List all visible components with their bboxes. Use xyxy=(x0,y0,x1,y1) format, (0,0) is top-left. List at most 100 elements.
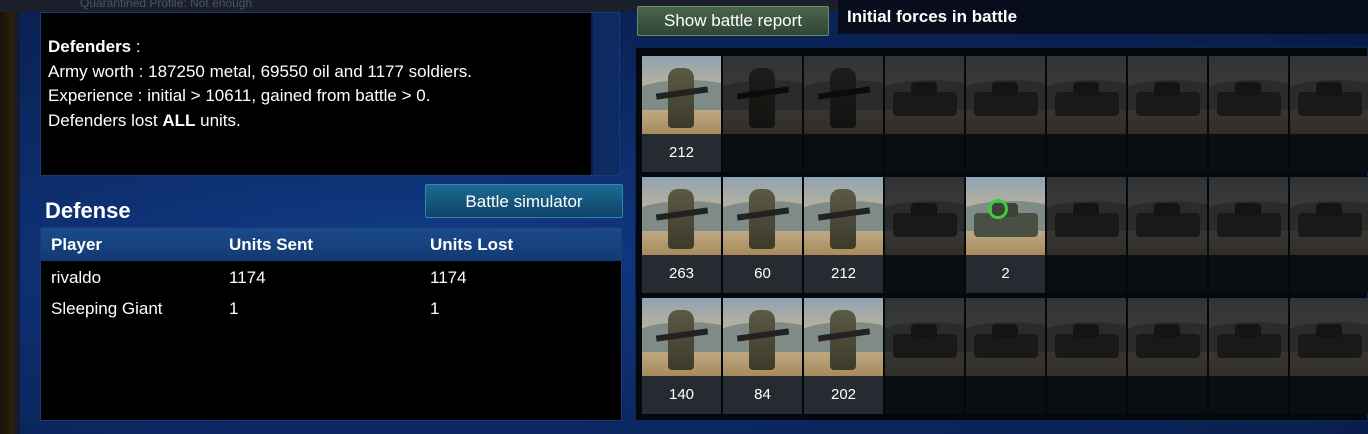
vehicle-unit-image xyxy=(1209,298,1288,376)
unit-count: 60 xyxy=(723,255,802,293)
unit-count xyxy=(1290,255,1368,293)
soldier-figure xyxy=(749,68,775,128)
unit-count xyxy=(1047,255,1126,293)
vehicle-turret xyxy=(911,82,937,96)
vehicle-turret xyxy=(1073,82,1099,96)
unit-count xyxy=(804,134,883,172)
army-worth-line: Army worth : 187250 metal, 69550 oil and… xyxy=(48,61,472,81)
radar-signal-icon xyxy=(988,199,1008,219)
unit-count xyxy=(1209,134,1288,172)
unit-slot[interactable]: 202 xyxy=(804,298,883,414)
soldier-figure xyxy=(668,310,694,370)
unit-slot xyxy=(1128,56,1207,172)
unit-count xyxy=(966,134,1045,172)
vehicle-unit-image xyxy=(885,56,964,134)
vehicle-turret xyxy=(1235,82,1261,96)
battle-simulator-button[interactable]: Battle simulator xyxy=(425,184,623,218)
unit-slot xyxy=(1128,177,1207,293)
unit-count: 84 xyxy=(723,376,802,414)
vehicle-unit-image xyxy=(1047,298,1126,376)
unit-count xyxy=(1290,376,1368,414)
unit-slot xyxy=(1290,177,1368,293)
unit-count: 140 xyxy=(642,376,721,414)
vehicle-turret xyxy=(1154,203,1180,217)
unit-count xyxy=(885,255,964,293)
unit-slot[interactable]: 140 xyxy=(642,298,721,414)
unit-count: 202 xyxy=(804,376,883,414)
forces-row: 263 60 212 2 xyxy=(642,177,1368,293)
vehicle-turret xyxy=(1316,203,1342,217)
vehicle-unit-image xyxy=(966,298,1045,376)
unit-count xyxy=(885,376,964,414)
vehicle-unit-image xyxy=(1290,298,1368,376)
unit-slot xyxy=(1290,298,1368,414)
unit-slot xyxy=(1047,177,1126,293)
vehicle-unit-image xyxy=(1290,177,1368,255)
unit-count xyxy=(1128,134,1207,172)
defense-table-header: Player Units Sent Units Lost xyxy=(41,228,621,261)
vehicle-turret xyxy=(992,82,1018,96)
unit-slot xyxy=(804,56,883,172)
soldier-unit-image xyxy=(804,298,883,376)
column-header-player: Player xyxy=(51,235,103,254)
quarantine-text: Quarantined Profile: Not enough xyxy=(80,0,253,10)
unit-slot[interactable]: 263 xyxy=(642,177,721,293)
defenders-summary-text: Defenders : Army worth : 187250 metal, 6… xyxy=(48,35,472,133)
column-header-units-lost: Units Lost xyxy=(430,235,514,254)
unit-count xyxy=(1209,376,1288,414)
forces-row: 140 84 202 xyxy=(642,298,1368,414)
unit-count: 263 xyxy=(642,255,721,293)
defenders-heading: Defenders xyxy=(48,37,132,56)
unit-slot xyxy=(885,177,964,293)
lost-prefix: Defenders lost xyxy=(48,110,163,130)
unit-slot[interactable]: 60 xyxy=(723,177,802,293)
vehicle-turret xyxy=(1235,203,1261,217)
scrollbar[interactable] xyxy=(591,13,619,175)
unit-slot xyxy=(885,298,964,414)
vehicle-unit-image xyxy=(1128,298,1207,376)
unit-count xyxy=(1047,134,1126,172)
soldier-unit-image xyxy=(723,177,802,255)
unit-count xyxy=(1128,255,1207,293)
vehicle-unit-image xyxy=(966,56,1045,134)
soldier-unit-image xyxy=(642,298,721,376)
unit-slot[interactable]: 212 xyxy=(642,56,721,172)
show-battle-report-button[interactable]: Show battle report xyxy=(637,6,829,36)
unit-slot xyxy=(1128,298,1207,414)
unit-slot[interactable]: 84 xyxy=(723,298,802,414)
forces-row: 212 xyxy=(642,56,1368,172)
vehicle-turret xyxy=(1154,324,1180,338)
soldier-figure xyxy=(668,189,694,249)
unit-slot xyxy=(723,56,802,172)
soldier-figure xyxy=(830,68,856,128)
experience-line: Experience : initial > 10611, gained fro… xyxy=(48,86,431,105)
soldier-unit-image xyxy=(723,56,802,134)
column-header-units-sent: Units Sent xyxy=(229,235,314,254)
soldier-unit-image xyxy=(642,56,721,134)
vehicle-turret xyxy=(1073,203,1099,217)
unit-slot xyxy=(1047,298,1126,414)
unit-count xyxy=(1209,255,1288,293)
soldier-unit-image xyxy=(723,298,802,376)
vehicle-unit-image xyxy=(1047,56,1126,134)
lost-bold: ALL xyxy=(162,110,196,130)
left-edge-decoration xyxy=(0,0,20,434)
unit-slot[interactable]: 2 xyxy=(966,177,1045,293)
vehicle-turret xyxy=(992,324,1018,338)
row-player: rivaldo xyxy=(51,268,102,287)
row-units-lost: 1 xyxy=(430,299,440,318)
unit-count xyxy=(723,134,802,172)
vehicle-turret xyxy=(1154,82,1180,96)
soldier-unit-image xyxy=(804,56,883,134)
defense-title: Defense xyxy=(45,198,131,223)
vehicle-turret xyxy=(911,324,937,338)
vehicle-unit-image xyxy=(1290,56,1368,134)
unit-slot xyxy=(1209,177,1288,293)
unit-slot[interactable]: 212 xyxy=(804,177,883,293)
unit-slot xyxy=(966,56,1045,172)
initial-forces-grid: 212 263 60 212 2 140 84 202 xyxy=(635,47,1368,421)
row-units-sent: 1174 xyxy=(229,268,266,287)
units-lost-line: Defenders lost ALL units. xyxy=(48,109,472,134)
vehicle-unit-image xyxy=(1128,56,1207,134)
vehicle-unit-image xyxy=(885,177,964,255)
